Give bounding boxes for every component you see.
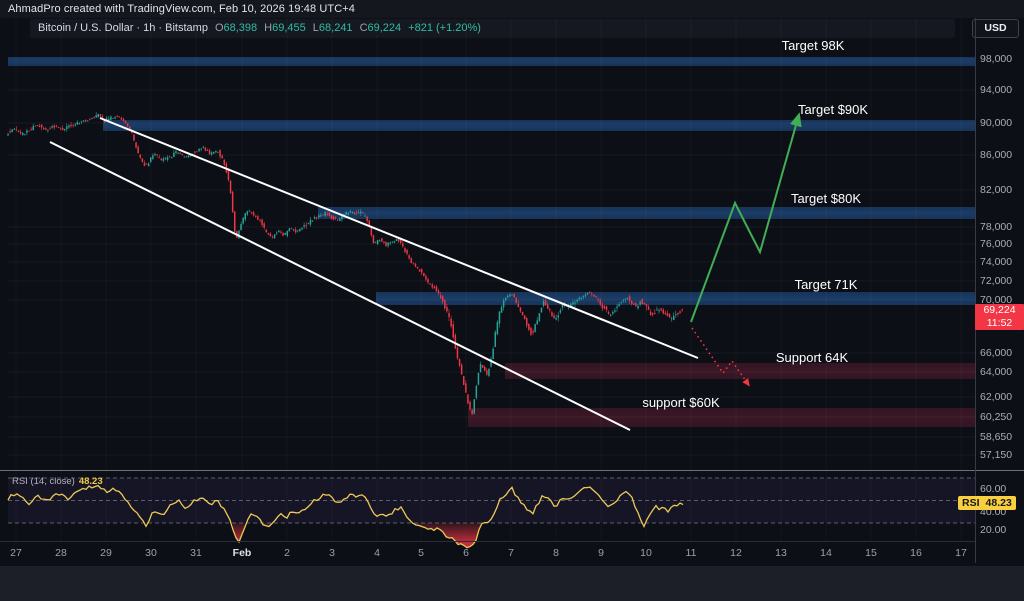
label-target-98k: Target 98K: [782, 38, 845, 53]
price-tick: 78,000: [980, 221, 1012, 233]
rsi-label: RSI (14, close): [12, 476, 75, 487]
time-tick: 9: [598, 547, 604, 559]
label-support-64k: Support 64K: [776, 350, 848, 365]
time-tick: 16: [910, 547, 922, 559]
time-tick: 28: [55, 547, 67, 559]
label-target-71k: Target 71K: [795, 277, 858, 292]
time-tick: 13: [775, 547, 787, 559]
time-tick: 17: [955, 547, 967, 559]
price-chart-canvas[interactable]: [0, 0, 1024, 601]
last-price-label: 69,224 11:52: [975, 304, 1024, 330]
last-price-value: 69,224: [975, 304, 1024, 317]
time-tick: 14: [820, 547, 832, 559]
time-tick: 4: [374, 547, 380, 559]
time-tick: 6: [463, 547, 469, 559]
time-tick: 10: [640, 547, 652, 559]
time-tick: Feb: [233, 547, 252, 559]
time-tick: 8: [553, 547, 559, 559]
price-tick: 60,250: [980, 411, 1012, 423]
rsi-value: 48.23: [79, 476, 103, 487]
rsi-tick: 20.00: [980, 524, 1006, 536]
rsi-tick: 60.00: [980, 483, 1006, 495]
time-tick: 2: [284, 547, 290, 559]
price-tick: 98,000: [980, 53, 1012, 65]
time-tick: 31: [190, 547, 202, 559]
rsi-legend: RSI (14, close) 48.23: [12, 476, 103, 487]
rsi-axis-badge: RSI 48.23: [958, 496, 1016, 510]
price-tick: 94,000: [980, 84, 1012, 96]
footer-bar: TradingView: [0, 566, 1024, 601]
time-tick: 7: [508, 547, 514, 559]
price-tick: 76,000: [980, 238, 1012, 250]
time-tick: 5: [418, 547, 424, 559]
price-tick: 86,000: [980, 149, 1012, 161]
price-tick: 90,000: [980, 117, 1012, 129]
time-tick: 27: [10, 547, 22, 559]
time-tick: 3: [329, 547, 335, 559]
rsi-badge-value: 48.23: [986, 496, 1012, 510]
price-tick: 72,000: [980, 275, 1012, 287]
time-tick: 12: [730, 547, 742, 559]
price-tick: 64,000: [980, 366, 1012, 378]
time-tick: 29: [100, 547, 112, 559]
label-target-90k: Target $90K: [798, 102, 868, 117]
time-tick: 30: [145, 547, 157, 559]
time-tick: 15: [865, 547, 877, 559]
price-tick: 62,000: [980, 391, 1012, 403]
tradingview-chart-screenshot: AhmadPro created with TradingView.com, F…: [0, 0, 1024, 601]
price-tick: 82,000: [980, 184, 1012, 196]
price-tick: 57,150: [980, 449, 1012, 461]
price-tick: 58,650: [980, 431, 1012, 443]
rsi-badge-text: RSI: [962, 496, 980, 510]
price-tick: 66,000: [980, 347, 1012, 359]
time-tick: 11: [686, 547, 697, 559]
label-support-60k: support $60K: [642, 395, 719, 410]
last-price-time: 11:52: [975, 317, 1024, 330]
label-target-80k: Target $80K: [791, 191, 861, 206]
price-tick: 74,000: [980, 256, 1012, 268]
